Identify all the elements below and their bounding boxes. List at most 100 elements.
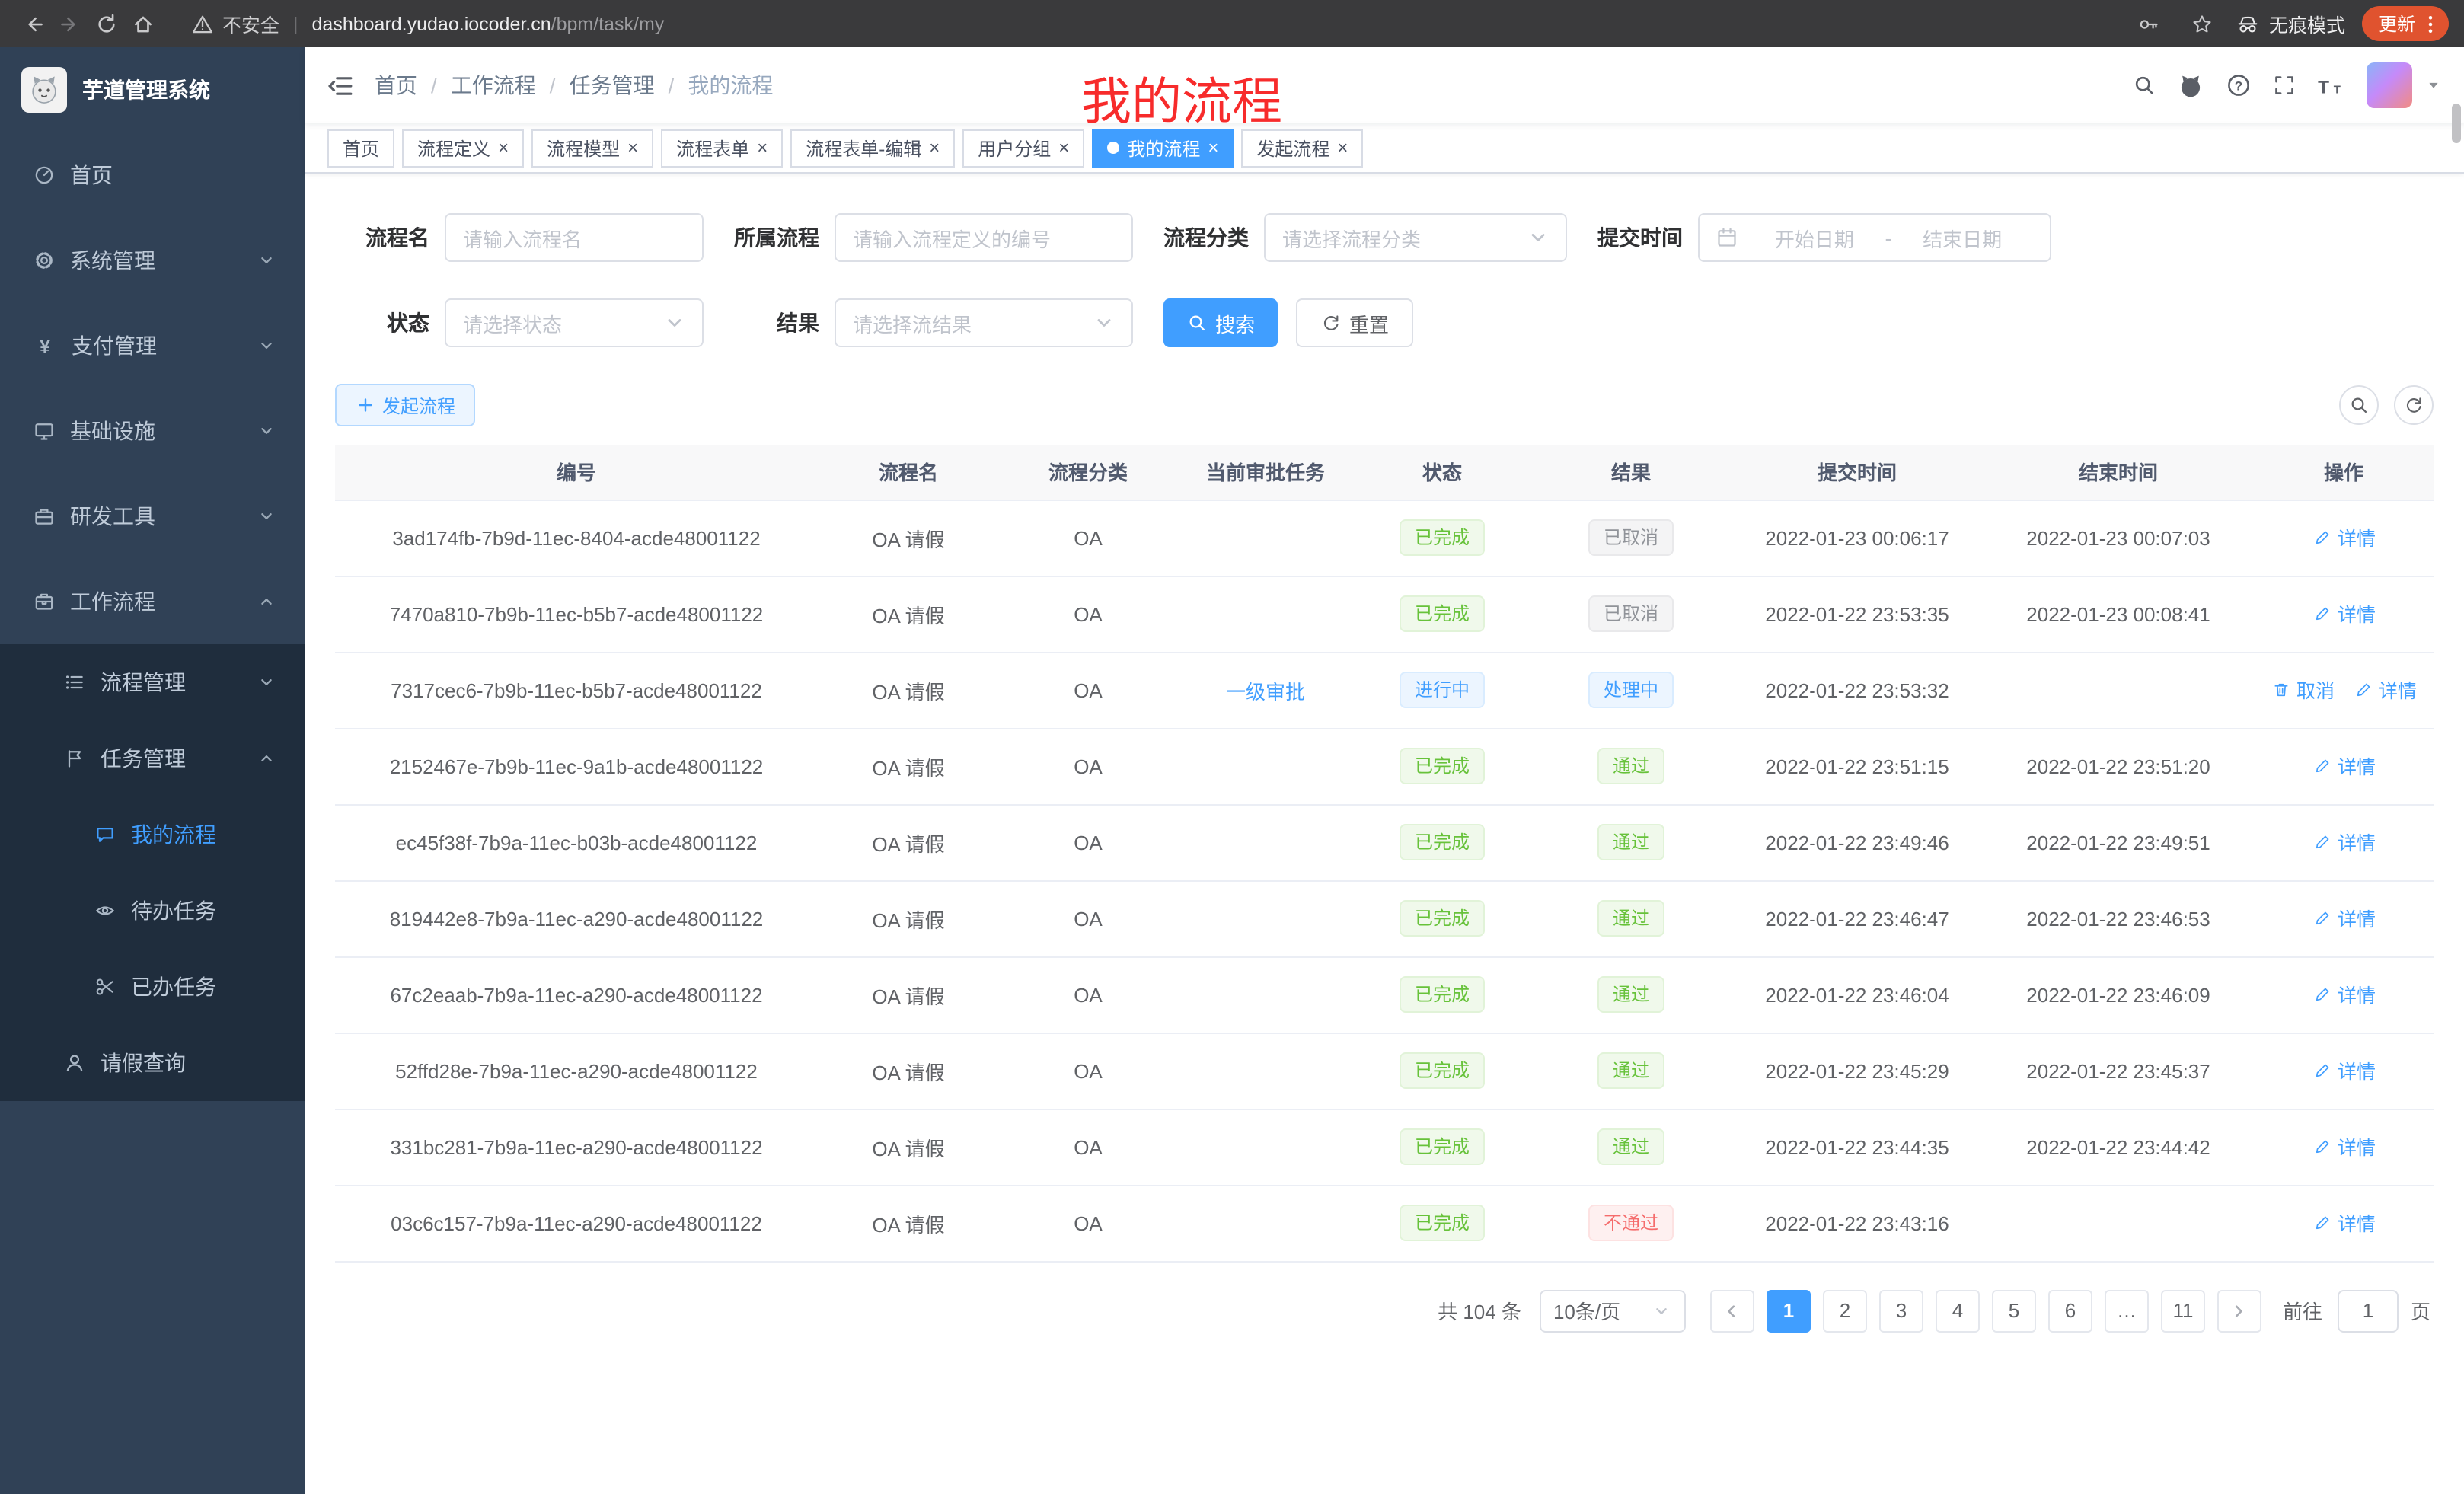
search-icon[interactable] [2134,75,2155,96]
page-button-2[interactable]: 2 [1823,1289,1867,1332]
breadcrumb-item[interactable]: 任务管理 [570,70,655,101]
tab-start-process[interactable]: 发起流程× [1241,129,1363,167]
edit-icon [2314,833,2331,850]
refresh-table-button[interactable] [2394,385,2434,425]
tab-process-definition[interactable]: 流程定义× [402,129,524,167]
tab-my-process[interactable]: 我的流程× [1092,129,1234,167]
avatar-caret-icon[interactable] [2426,78,2441,93]
page-button-4[interactable]: 4 [1936,1289,1980,1332]
github-icon[interactable] [2178,72,2204,98]
page-size-select[interactable]: 10条/页 [1540,1289,1686,1332]
detail-action-button[interactable]: 详情 [2312,1132,2376,1161]
cell-result: 通过 [1530,804,1732,880]
url-separator: | [293,13,298,34]
cell-submit-time: 2022-01-22 23:51:15 [1732,728,1983,804]
key-icon[interactable] [2130,5,2167,42]
status-select[interactable]: 请选择状态 [445,298,704,347]
collapse-sidebar-icon[interactable] [327,72,353,98]
sidebar-item-devtools[interactable]: 研发工具 [0,474,305,559]
detail-action-button[interactable]: 详情 [2312,599,2376,628]
detail-action-button[interactable]: 详情 [2312,980,2376,1009]
breadcrumb-item[interactable]: 工作流程 [451,70,536,101]
sidebar-item-home[interactable]: 首页 [0,132,305,218]
result-tag: 不通过 [1588,1205,1674,1241]
cell-process-id: 67c2eaab-7b9a-11ec-a290-acde48001122 [335,956,818,1033]
close-icon[interactable]: × [498,139,509,157]
breadcrumb-separator: / [550,73,556,97]
browser-back-button[interactable] [15,5,52,42]
close-icon[interactable]: × [1337,139,1348,157]
close-icon[interactable]: × [757,139,768,157]
fullscreen-icon[interactable] [2274,75,2295,96]
app-logo-row[interactable]: 芋道管理系统 [0,47,305,132]
help-icon[interactable]: ? [2226,73,2251,97]
detail-action-button[interactable]: 详情 [2312,1208,2376,1237]
process-name-input[interactable]: 请输入流程名 [445,213,704,262]
sidebar-item-todo-tasks[interactable]: 待办任务 [0,873,305,949]
page-button-6[interactable]: 6 [2048,1289,2092,1332]
sidebar-item-workflow[interactable]: 工作流程 [0,559,305,644]
cell-current-task [1177,880,1354,956]
goto-page-input[interactable]: 1 [2338,1289,2399,1332]
cancel-action-button[interactable]: 取消 [2271,675,2335,704]
detail-action-button[interactable]: 详情 [2312,752,2376,781]
reset-button[interactable]: 重置 [1296,298,1413,347]
detail-action-button[interactable]: 详情 [2312,904,2376,933]
sidebar-item-payment[interactable]: ¥支付管理 [0,303,305,388]
parent-process-input[interactable]: 请输入流程定义的编号 [835,213,1133,262]
scrollbar-thumb[interactable] [2452,104,2461,143]
close-icon[interactable]: × [1058,139,1069,157]
category-select[interactable]: 请选择流程分类 [1264,213,1567,262]
sidebar-item-task-management[interactable]: 任务管理 [0,720,305,796]
avatar[interactable] [2367,62,2412,108]
prev-page-button[interactable] [1710,1289,1754,1332]
pager-ellipsis[interactable]: … [2105,1289,2149,1332]
detail-action-button[interactable]: 详情 [2353,675,2417,704]
tab-process-model[interactable]: 流程模型× [531,129,653,167]
sidebar-item-process-management[interactable]: 流程管理 [0,644,305,720]
cell-submit-time: 2022-01-22 23:53:32 [1732,652,1983,728]
browser-forward-button[interactable] [52,5,88,42]
browser-reload-button[interactable] [88,5,125,42]
font-size-icon[interactable]: TT [2318,74,2344,97]
bookmark-star-icon[interactable] [2184,5,2220,42]
update-button[interactable]: 更新 [2362,6,2449,41]
sidebar-item-done-tasks[interactable]: 已办任务 [0,949,305,1025]
start-process-button[interactable]: 发起流程 [335,384,475,426]
close-icon[interactable]: × [627,139,638,157]
detail-action-button[interactable]: 详情 [2312,1056,2376,1085]
chevron-down-icon [1653,1302,1670,1319]
address-bar[interactable]: 不安全 | dashboard.yudao.iocoder.cn/bpm/tas… [192,9,664,38]
close-icon[interactable]: × [1208,139,1218,157]
goto-label: 前往 [2283,1296,2322,1325]
sidebar-item-my-process[interactable]: 我的流程 [0,796,305,873]
browser-home-button[interactable] [125,5,161,42]
breadcrumb-item[interactable]: 首页 [375,70,417,101]
search-button[interactable]: 搜索 [1163,298,1278,347]
page-button-11[interactable]: 11 [2161,1289,2205,1332]
browser-menu-icon[interactable] [2420,13,2441,34]
tab-process-form[interactable]: 流程表单× [661,129,783,167]
detail-action-button[interactable]: 详情 [2312,523,2376,552]
tab-label: 用户分组 [978,135,1051,161]
delete-icon [2273,681,2290,698]
cell-process-name: OA 请假 [818,728,999,804]
page-button-1[interactable]: 1 [1767,1289,1811,1332]
toggle-search-button[interactable] [2339,385,2379,425]
tab-user-group[interactable]: 用户分组 × [962,129,1084,167]
next-page-button[interactable] [2217,1289,2261,1332]
table-row: 7317cec6-7b9b-11ec-b5b7-acde48001122OA 请… [335,652,2434,728]
result-select[interactable]: 请选择流结果 [835,298,1133,347]
chevron-up-icon [258,593,275,610]
close-icon[interactable]: × [929,139,940,157]
tab-process-form-edit[interactable]: 流程表单-编辑× [790,129,955,167]
current-task-link[interactable]: 一级审批 [1226,680,1305,703]
sidebar-item-system[interactable]: 系统管理 [0,218,305,303]
page-button-3[interactable]: 3 [1879,1289,1923,1332]
tab-home[interactable]: 首页 [327,129,394,167]
detail-action-button[interactable]: 详情 [2312,828,2376,857]
page-button-5[interactable]: 5 [1992,1289,2036,1332]
sidebar-item-infrastructure[interactable]: 基础设施 [0,388,305,474]
submit-time-range-picker[interactable]: 开始日期 - 结束日期 [1698,213,2051,262]
sidebar-item-leave-query[interactable]: 请假查询 [0,1025,305,1101]
